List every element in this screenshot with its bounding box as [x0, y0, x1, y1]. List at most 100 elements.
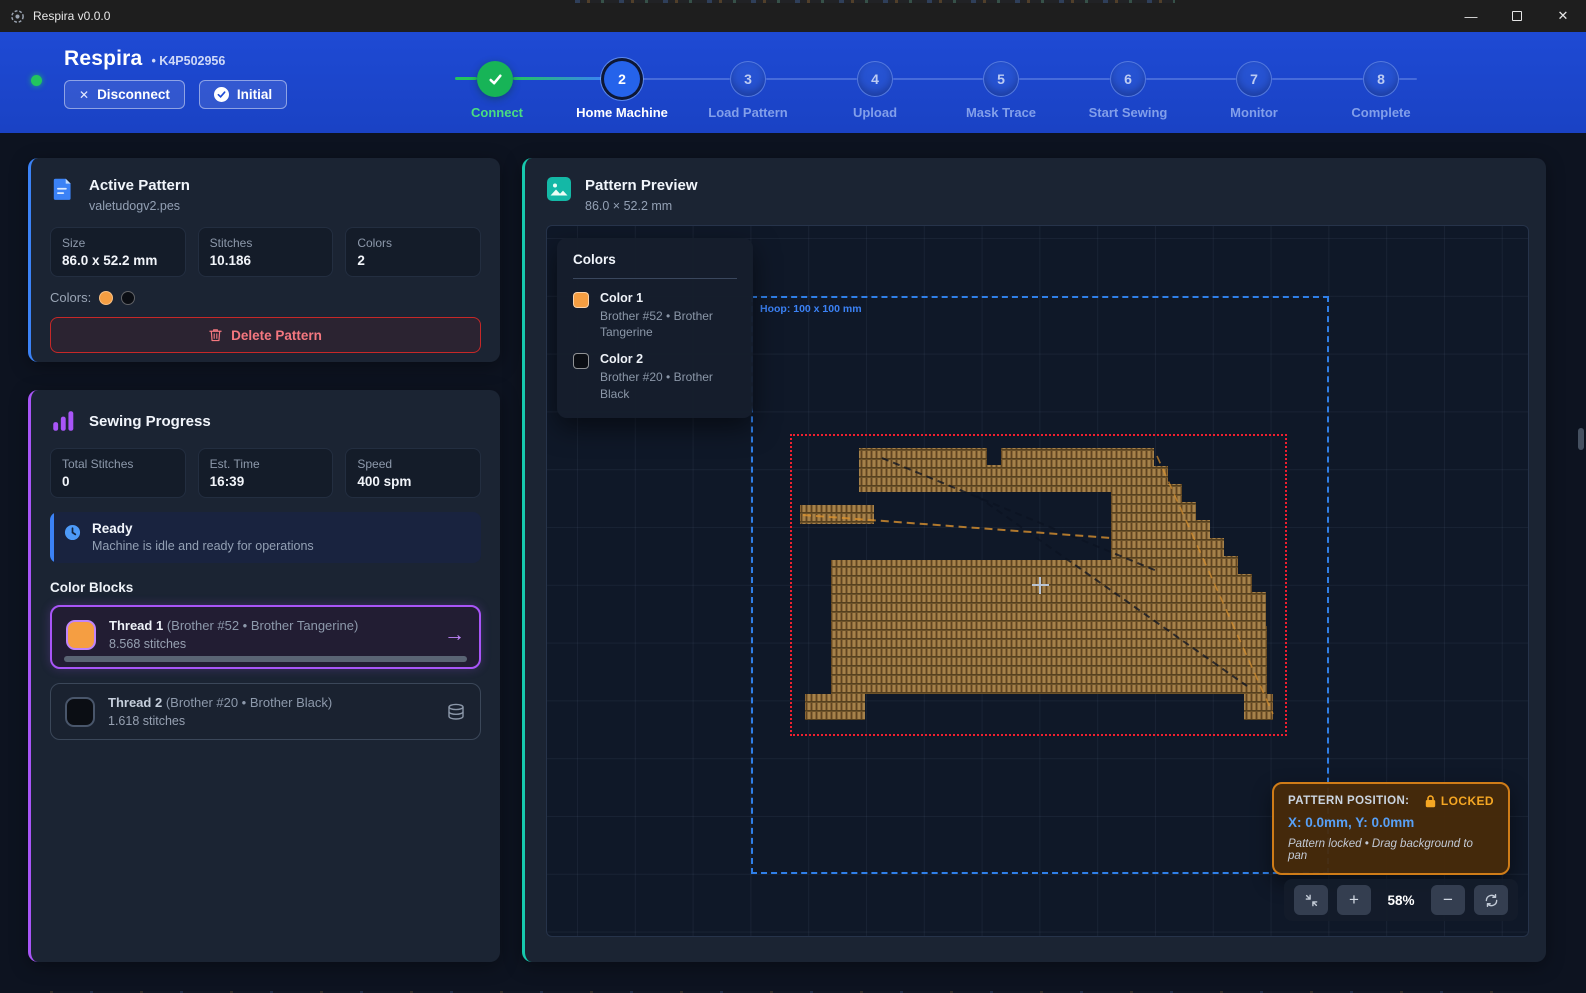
file-icon	[50, 176, 76, 202]
active-thread-arrow-icon: →	[444, 623, 465, 647]
fit-to-view-button[interactable]	[1294, 885, 1328, 915]
preview-title: Pattern Preview	[585, 175, 698, 194]
colors-legend-panel: Colors Color 1 Brother #52 • Brother Tan…	[557, 238, 753, 418]
step-label-start-sewing: Start Sewing	[1063, 105, 1193, 120]
stepper-connector	[1399, 78, 1417, 80]
stat-est-time: Est. Time 16:39	[198, 448, 334, 498]
disconnect-button[interactable]: ✕ Disconnect	[64, 80, 185, 109]
pattern-filename: valetudogv2.pes	[89, 199, 190, 213]
step-upload[interactable]: 4	[857, 61, 893, 97]
titlebar: Respira v0.0.0 — ✕	[0, 0, 1586, 32]
stepper-connector	[893, 78, 983, 80]
zoom-in-button[interactable]: +	[1337, 885, 1371, 915]
stat-colors: Colors 2	[345, 227, 481, 277]
colors-legend-title: Colors	[573, 252, 737, 267]
locked-badge: LOCKED	[1441, 794, 1494, 808]
stepper-connector	[1272, 78, 1363, 80]
close-x-icon: ✕	[79, 88, 89, 102]
step-label-complete: Complete	[1316, 105, 1446, 120]
position-label: PATTERN POSITION:	[1288, 795, 1409, 807]
step-label-upload: Upload	[810, 105, 940, 120]
thread-1-swatch	[66, 620, 96, 650]
stepper-connector	[455, 77, 477, 80]
reset-view-button[interactable]	[1474, 885, 1508, 915]
delete-pattern-button[interactable]: Delete Pattern	[50, 317, 481, 353]
stat-size: Size 86.0 x 52.2 mm	[50, 227, 186, 277]
layers-stack-icon	[446, 702, 466, 722]
screen-artifact	[575, 0, 1175, 3]
app-window: Respira v0.0.0 — ✕ Respira • K4P502956 ✕…	[0, 0, 1586, 993]
close-button[interactable]: ✕	[1540, 0, 1586, 32]
wizard-stepper: Connect 2 Home Machine 3 Load Pattern 4 …	[432, 61, 1444, 127]
position-coordinates: X: 0.0mm, Y: 0.0mm	[1288, 815, 1494, 830]
step-label-mask-trace: Mask Trace	[936, 105, 1066, 120]
stepper-connector	[513, 77, 604, 80]
thread-block-1[interactable]: Thread 1 (Brother #52 • Brother Tangerin…	[50, 605, 481, 669]
color-swatch-1	[99, 291, 113, 305]
stat-stitches: Stitches 10.186	[198, 227, 334, 277]
image-icon	[546, 176, 572, 202]
step-load-pattern[interactable]: 3	[730, 61, 766, 97]
step-label-connect: Connect	[432, 105, 562, 120]
maximize-icon	[1512, 11, 1522, 21]
zoom-level: 58%	[1380, 893, 1422, 908]
step-mask-trace[interactable]: 5	[983, 61, 1019, 97]
stat-total-stitches: Total Stitches 0	[50, 448, 186, 498]
minimize-button[interactable]: —	[1448, 0, 1494, 32]
lock-icon	[1425, 795, 1436, 808]
legend-color-2: Color 2 Brother #20 • Brother Black	[573, 352, 737, 401]
step-start-sewing[interactable]: 6	[1110, 61, 1146, 97]
clock-icon	[64, 524, 81, 541]
color-blocks-heading: Color Blocks	[50, 580, 481, 595]
step-connect[interactable]	[477, 61, 513, 97]
pattern-position-overlay: PATTERN POSITION: LOCKED X: 0.0mm, Y: 0.…	[1272, 782, 1510, 875]
position-hint: Pattern locked • Drag background to pan	[1288, 838, 1494, 862]
window-title: Respira v0.0.0	[33, 9, 110, 23]
step-label-monitor: Monitor	[1189, 105, 1319, 120]
color-swatch-2	[121, 291, 135, 305]
stepper-connector	[640, 78, 730, 80]
machine-serial: • K4P502956	[151, 54, 225, 68]
step-label-load-pattern: Load Pattern	[683, 105, 813, 120]
zoom-toolbar: + 58% −	[1284, 879, 1518, 921]
app-icon	[10, 9, 25, 24]
step-monitor[interactable]: 7	[1236, 61, 1272, 97]
header: Respira • K4P502956 ✕ Disconnect Initial	[0, 32, 1586, 133]
active-pattern-title: Active Pattern	[89, 175, 190, 194]
app-name: Respira	[64, 47, 142, 71]
connection-status-dot	[31, 75, 42, 86]
legend-swatch-2	[573, 353, 589, 369]
machine-status-banner: Ready Machine is idle and ready for oper…	[50, 512, 481, 563]
stepper-connector	[766, 78, 857, 80]
stepper-connector	[1019, 78, 1110, 80]
sewing-progress-title: Sewing Progress	[89, 411, 211, 430]
thread-2-swatch	[65, 697, 95, 727]
thread-1-progress-bar	[64, 656, 467, 662]
status-description: Machine is idle and ready for operations	[92, 539, 314, 553]
sewing-progress-card: Sewing Progress Total Stitches 0 Est. Ti…	[28, 390, 500, 962]
origin-crosshair	[1039, 577, 1041, 594]
stepper-connector	[1146, 78, 1236, 80]
check-circle-icon	[214, 87, 229, 102]
bar-chart-icon	[50, 408, 76, 434]
scrollbar-thumb[interactable]	[1578, 428, 1584, 450]
initial-button[interactable]: Initial	[199, 80, 287, 109]
status-title: Ready	[92, 521, 314, 536]
refresh-icon	[1484, 893, 1499, 908]
legend-color-1: Color 1 Brother #52 • Brother Tangerine	[573, 291, 737, 340]
pattern-preview-card: Pattern Preview 86.0 × 52.2 mm Hoop: 100…	[522, 158, 1546, 962]
trash-icon	[209, 328, 222, 342]
legend-swatch-1	[573, 292, 589, 308]
zoom-out-button[interactable]: −	[1431, 885, 1465, 915]
step-home-machine[interactable]: 2	[604, 61, 640, 97]
colors-label: Colors:	[50, 290, 91, 305]
active-pattern-card: Active Pattern valetudogv2.pes Size 86.0…	[28, 158, 500, 362]
preview-dimensions: 86.0 × 52.2 mm	[585, 199, 698, 213]
step-label-home-machine: Home Machine	[557, 105, 687, 120]
preview-canvas[interactable]: Hoop: 100 x 100 mm	[546, 225, 1529, 937]
fit-icon	[1304, 893, 1319, 908]
thread-block-2[interactable]: Thread 2 (Brother #20 • Brother Black) 1…	[50, 683, 481, 740]
maximize-button[interactable]	[1494, 0, 1540, 32]
step-complete[interactable]: 8	[1363, 61, 1399, 97]
stat-speed: Speed 400 spm	[345, 448, 481, 498]
